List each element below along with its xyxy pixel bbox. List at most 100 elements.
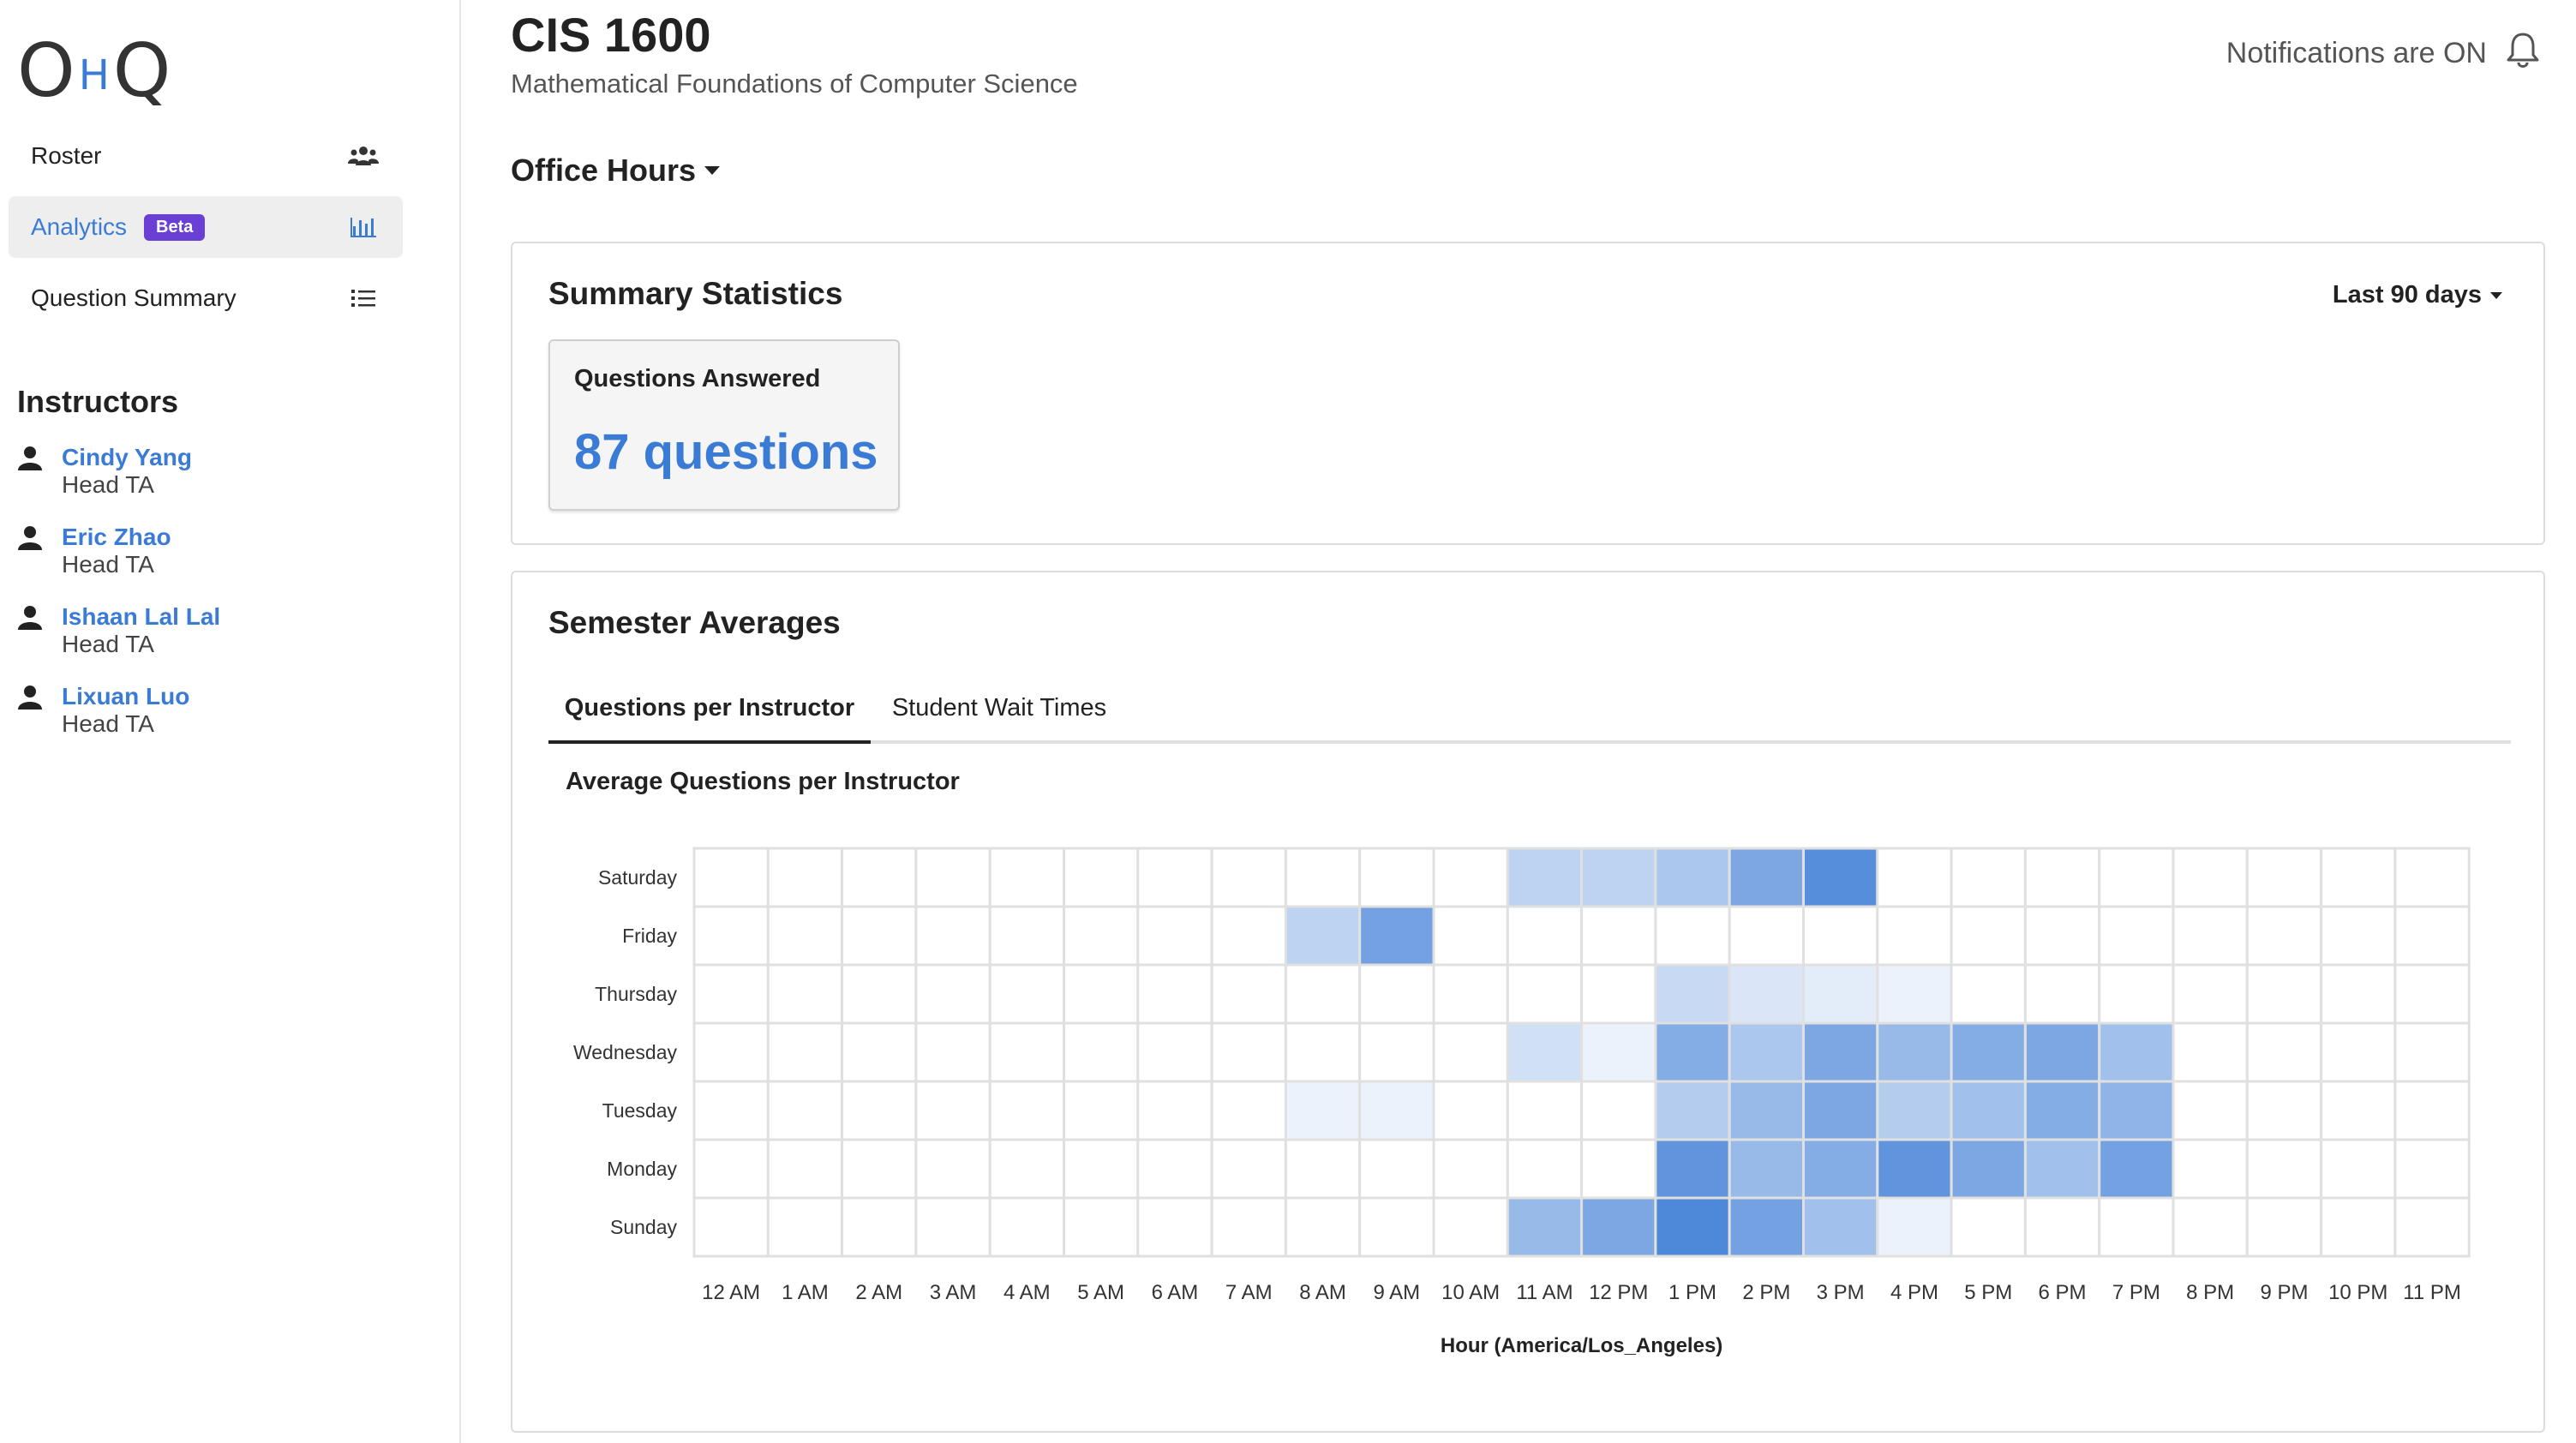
heatmap-cell[interactable] bbox=[2172, 1196, 2249, 1258]
heatmap-cell[interactable] bbox=[1358, 847, 1435, 908]
heatmap-cell[interactable] bbox=[1950, 1080, 2027, 1141]
heatmap-cell[interactable] bbox=[1580, 847, 1657, 908]
heatmap-cell[interactable] bbox=[2393, 847, 2471, 908]
heatmap-cell[interactable] bbox=[1284, 963, 1362, 1025]
heatmap-cell[interactable] bbox=[1802, 1080, 1879, 1141]
heatmap-cell[interactable] bbox=[841, 1138, 918, 1200]
heatmap-cell[interactable] bbox=[1654, 1196, 1731, 1258]
heatmap-cell[interactable] bbox=[1580, 1021, 1657, 1083]
heatmap-cell[interactable] bbox=[2393, 1196, 2471, 1258]
heatmap-cell[interactable] bbox=[2320, 905, 2397, 967]
heatmap-cell[interactable] bbox=[766, 1080, 844, 1141]
heatmap-cell[interactable] bbox=[1358, 1080, 1435, 1141]
heatmap-cell[interactable] bbox=[2098, 1080, 2175, 1141]
heatmap-cell[interactable] bbox=[841, 905, 918, 967]
heatmap-cell[interactable] bbox=[766, 1196, 844, 1258]
heatmap-cell[interactable] bbox=[1136, 963, 1213, 1025]
instructor-name[interactable]: Ishaan Lal Lal bbox=[62, 603, 220, 631]
heatmap-cell[interactable] bbox=[1284, 905, 1362, 967]
instructor-name[interactable]: Lixuan Luo bbox=[62, 683, 189, 710]
heatmap-cell[interactable] bbox=[2393, 1138, 2471, 1200]
heatmap-cell[interactable] bbox=[2172, 963, 2249, 1025]
heatmap-cell[interactable] bbox=[1506, 1138, 1584, 1200]
heatmap-cell[interactable] bbox=[1876, 963, 1953, 1025]
heatmap-cell[interactable] bbox=[1284, 847, 1362, 908]
heatmap-cell[interactable] bbox=[841, 847, 918, 908]
heatmap-cell[interactable] bbox=[1950, 1021, 2027, 1083]
heatmap-cell[interactable] bbox=[1876, 847, 1953, 908]
heatmap-cell[interactable] bbox=[2393, 905, 2471, 967]
heatmap-cell[interactable] bbox=[1802, 1138, 1879, 1200]
heatmap-cell[interactable] bbox=[1580, 1080, 1657, 1141]
heatmap-cell[interactable] bbox=[1876, 1138, 1953, 1200]
heatmap-cell[interactable] bbox=[1654, 905, 1731, 967]
heatmap-cell[interactable] bbox=[988, 1196, 1066, 1258]
heatmap-cell[interactable] bbox=[1802, 905, 1879, 967]
heatmap-cell[interactable] bbox=[1802, 1196, 1879, 1258]
heatmap-cell[interactable] bbox=[1506, 847, 1584, 908]
heatmap-cell[interactable] bbox=[1506, 1021, 1584, 1083]
heatmap-cell[interactable] bbox=[1950, 1196, 2027, 1258]
heatmap-cell[interactable] bbox=[1358, 1196, 1435, 1258]
heatmap-cell[interactable] bbox=[1063, 1196, 1140, 1258]
heatmap-cell[interactable] bbox=[914, 963, 991, 1025]
heatmap-cell[interactable] bbox=[2393, 1021, 2471, 1083]
heatmap-cell[interactable] bbox=[1136, 847, 1213, 908]
heatmap-cell[interactable] bbox=[1284, 1138, 1362, 1200]
heatmap-cell[interactable] bbox=[2023, 905, 2101, 967]
heatmap-cell[interactable] bbox=[1506, 905, 1584, 967]
heatmap-cell[interactable] bbox=[2245, 1080, 2323, 1141]
heatmap-cell[interactable] bbox=[1728, 1080, 1805, 1141]
heatmap-cell[interactable] bbox=[1063, 847, 1140, 908]
heatmap-cell[interactable] bbox=[841, 1021, 918, 1083]
heatmap-cell[interactable] bbox=[1802, 847, 1879, 908]
notifications-toggle[interactable]: Notifications are ON bbox=[2226, 31, 2540, 76]
heatmap-cell[interactable] bbox=[692, 1021, 770, 1083]
heatmap-cell[interactable] bbox=[1284, 1080, 1362, 1141]
heatmap-cell[interactable] bbox=[2098, 1196, 2175, 1258]
heatmap-cell[interactable] bbox=[766, 1021, 844, 1083]
heatmap-cell[interactable] bbox=[1728, 1196, 1805, 1258]
heatmap-cell[interactable] bbox=[1728, 905, 1805, 967]
heatmap-cell[interactable] bbox=[1284, 1196, 1362, 1258]
heatmap-cell[interactable] bbox=[1432, 1080, 1509, 1141]
heatmap-cell[interactable] bbox=[1063, 963, 1140, 1025]
heatmap-cell[interactable] bbox=[2023, 1196, 2101, 1258]
heatmap-cell[interactable] bbox=[841, 1080, 918, 1141]
heatmap-cell[interactable] bbox=[692, 963, 770, 1025]
heatmap-cell[interactable] bbox=[1950, 905, 2027, 967]
heatmap-cell[interactable] bbox=[914, 905, 991, 967]
heatmap-cell[interactable] bbox=[2320, 847, 2397, 908]
heatmap-cell[interactable] bbox=[1728, 1138, 1805, 1200]
heatmap-cell[interactable] bbox=[1506, 1196, 1584, 1258]
heatmap-cell[interactable] bbox=[1950, 1138, 2027, 1200]
heatmap-cell[interactable] bbox=[1210, 1196, 1287, 1258]
heatmap-cell[interactable] bbox=[2245, 1021, 2323, 1083]
heatmap-cell[interactable] bbox=[2245, 847, 2323, 908]
heatmap-cell[interactable] bbox=[1802, 1021, 1879, 1083]
heatmap-cell[interactable] bbox=[692, 1138, 770, 1200]
heatmap-cell[interactable] bbox=[1432, 1138, 1509, 1200]
heatmap-cell[interactable] bbox=[692, 847, 770, 908]
heatmap-cell[interactable] bbox=[2245, 905, 2323, 967]
heatmap-cell[interactable] bbox=[988, 1138, 1066, 1200]
heatmap-cell[interactable] bbox=[1654, 1138, 1731, 1200]
heatmap-cell[interactable] bbox=[2098, 963, 2175, 1025]
heatmap-cell[interactable] bbox=[2098, 1021, 2175, 1083]
heatmap-cell[interactable] bbox=[1950, 847, 2027, 908]
heatmap-cell[interactable] bbox=[914, 1196, 991, 1258]
heatmap-cell[interactable] bbox=[841, 1196, 918, 1258]
heatmap-cell[interactable] bbox=[1580, 1196, 1657, 1258]
heatmap-cell[interactable] bbox=[692, 1196, 770, 1258]
heatmap-cell[interactable] bbox=[766, 963, 844, 1025]
heatmap-cell[interactable] bbox=[2023, 1021, 2101, 1083]
heatmap-cell[interactable] bbox=[1210, 963, 1287, 1025]
heatmap-cell[interactable] bbox=[2393, 963, 2471, 1025]
heatmap-cell[interactable] bbox=[1802, 963, 1879, 1025]
date-range-dropdown[interactable]: Last 90 days bbox=[2333, 281, 2502, 309]
heatmap-cell[interactable] bbox=[1654, 1080, 1731, 1141]
heatmap-cell[interactable] bbox=[1876, 1196, 1953, 1258]
heatmap-cell[interactable] bbox=[1136, 1196, 1213, 1258]
heatmap-cell[interactable] bbox=[1654, 963, 1731, 1025]
heatmap-cell[interactable] bbox=[914, 1138, 991, 1200]
